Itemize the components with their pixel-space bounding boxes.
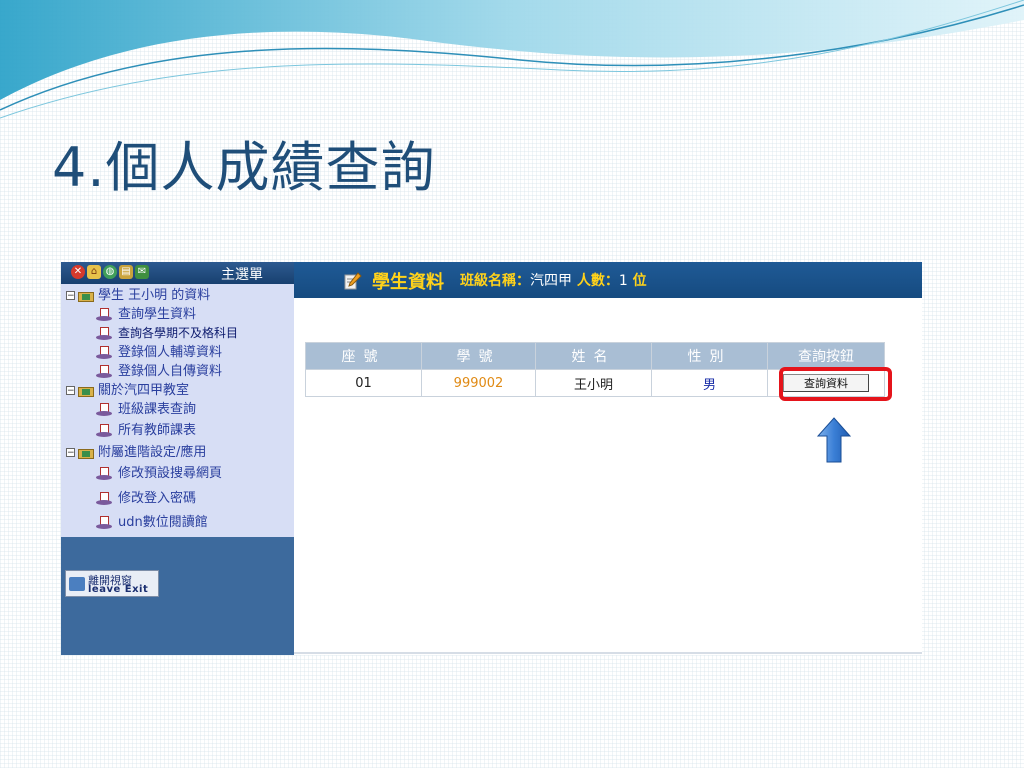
- leave-exit-button[interactable]: 離開視窗 leave Exit: [65, 570, 159, 597]
- table-header-row: 座號 學號 姓名 性別 查詢按鈕: [305, 342, 885, 370]
- sidebar: ✕ ⌂ ◍ ▤ ✉ 主選單 − 學生 王小明 的資料 查詢學生資料 查詢各學期不…: [61, 262, 294, 655]
- document-icon: [96, 307, 112, 322]
- document-icon: [96, 364, 112, 379]
- highlight-box: [779, 367, 892, 401]
- document-icon: [96, 326, 112, 341]
- menu-item-query-student[interactable]: 查詢學生資料: [96, 305, 196, 324]
- menu-item-search-page[interactable]: 修改預設搜尋網頁: [96, 464, 222, 483]
- menu-item-teacher-schedule[interactable]: 所有教師課表: [96, 421, 196, 440]
- decorative-wave: [0, 0, 1024, 119]
- tree-group-classroom[interactable]: − 關於汽四甲教室: [66, 381, 189, 400]
- folder-icon: [78, 290, 94, 302]
- app-screenshot: ✕ ⌂ ◍ ▤ ✉ 主選單 − 學生 王小明 的資料 查詢學生資料 查詢各學期不…: [61, 262, 922, 655]
- cell-gender: 男: [651, 369, 768, 397]
- cell-seat: 01: [305, 369, 422, 397]
- collapse-icon[interactable]: −: [66, 291, 75, 301]
- menu-item-counseling[interactable]: 登錄個人輔導資料: [96, 343, 222, 362]
- exit-icon: [69, 577, 85, 591]
- main-title: 學生資料: [372, 272, 444, 293]
- tree-group-label: 學生 王小明 的資料: [98, 288, 211, 303]
- menu-item-password[interactable]: 修改登入密碼: [96, 489, 196, 508]
- key-icon: [96, 491, 112, 506]
- main-header: 學生資料 班級名稱：汽四甲 人數：1 位: [294, 262, 922, 298]
- header-name: 姓名: [535, 342, 652, 370]
- slide-title: 4.個人成績查詢: [52, 136, 436, 199]
- menu-item-class-schedule[interactable]: 班級課表查詢: [96, 400, 196, 419]
- mail-icon[interactable]: ✉: [135, 265, 149, 279]
- globe-icon[interactable]: ◍: [103, 265, 117, 279]
- collapse-icon[interactable]: −: [66, 448, 75, 458]
- menu-item-autobiography[interactable]: 登錄個人自傳資料: [96, 362, 222, 381]
- header-seat: 座號: [305, 342, 422, 370]
- tree-group-advanced[interactable]: − 附屬進階設定/應用: [66, 443, 206, 462]
- document-icon: [96, 402, 112, 417]
- bottom-divider: [294, 652, 922, 654]
- home-icon[interactable]: ⌂: [87, 265, 101, 279]
- tree-group-student[interactable]: − 學生 王小明 的資料: [66, 286, 210, 305]
- folder-icon: [78, 447, 94, 459]
- sidebar-toolbar: ✕ ⌂ ◍ ▤ ✉: [71, 265, 149, 279]
- cell-name: 王小明: [535, 369, 652, 397]
- menu-item-udn[interactable]: udn數位閱讀館: [96, 513, 208, 532]
- document-icon: [96, 423, 112, 438]
- arrow-up-icon: [817, 417, 851, 463]
- collapse-icon[interactable]: −: [66, 386, 75, 396]
- cell-student-id: 999002: [421, 369, 536, 397]
- header-gender: 性別: [651, 342, 768, 370]
- sidebar-footer: 離開視窗 leave Exit: [61, 537, 294, 655]
- menu-item-failed-subjects[interactable]: 查詢各學期不及格科目: [96, 324, 238, 343]
- main-panel: 學生資料 班級名稱：汽四甲 人數：1 位 座號 學號 姓名 性別 查詢按鈕 01…: [294, 262, 922, 655]
- header-query-button: 查詢按鈕: [767, 342, 885, 370]
- document-icon: [96, 345, 112, 360]
- header-student-id: 學號: [421, 342, 536, 370]
- edit-document-icon: [344, 272, 362, 290]
- sidebar-title: 主選單: [221, 267, 263, 283]
- sidebar-header: ✕ ⌂ ◍ ▤ ✉ 主選單: [61, 262, 294, 284]
- settings-icon: [96, 466, 112, 481]
- folder-icon[interactable]: ▤: [119, 265, 133, 279]
- class-info: 班級名稱：汽四甲 人數：1 位: [460, 273, 647, 289]
- document-icon: [96, 515, 112, 530]
- close-icon[interactable]: ✕: [71, 265, 85, 279]
- folder-icon: [78, 385, 94, 397]
